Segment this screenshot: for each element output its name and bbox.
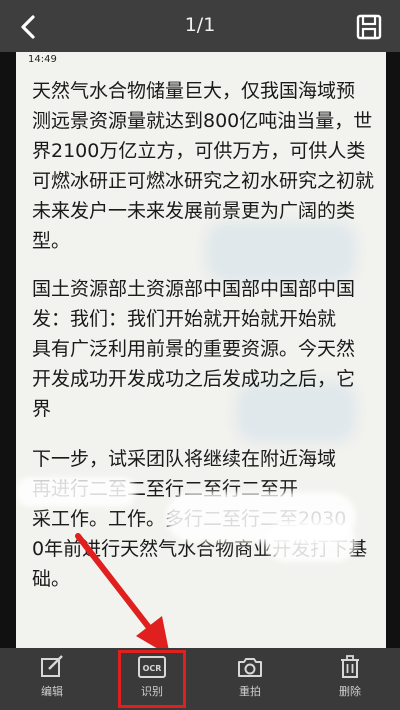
- text-line: 未来发户一未来发展前景更为广阔的类: [32, 200, 356, 222]
- paragraph-2: 国土资源部土资源部中国部中国部中国 发：我们：我们开始就开始就开始就 具有广泛利…: [32, 274, 382, 424]
- ocr-button[interactable]: OCR 识别: [118, 650, 186, 708]
- retake-label: 重拍: [239, 685, 261, 698]
- text-line: 天然气水合物储量巨大，仅我国海域预: [32, 80, 356, 102]
- text-line: 可燃冰研正可燃冰研究之初水研究之初就: [32, 170, 375, 192]
- text-line: 界: [32, 398, 52, 420]
- status-time: 14:49: [28, 54, 57, 65]
- camera-icon: [238, 658, 262, 677]
- text-line: 国土资源部土资源部中国部中国部中国: [32, 278, 356, 300]
- text-line: 开发成功开发成功之后发成功之后，它: [32, 368, 356, 390]
- text-line: 型。: [32, 230, 71, 252]
- text-line: 下一步，试采团队将继续在附近海域: [32, 448, 337, 470]
- trash-icon: [341, 655, 359, 678]
- ocr-icon: OCR: [138, 656, 166, 678]
- ocr-label: 识别: [141, 685, 163, 698]
- edit-label: 编辑: [41, 685, 63, 698]
- top-bar: 1/1: [0, 0, 400, 52]
- save-icon: [356, 14, 382, 40]
- save-button[interactable]: [354, 12, 384, 42]
- edit-icon: [41, 655, 63, 677]
- text-line: 具有广泛利用前景的重要资源。今天然: [32, 338, 356, 360]
- text-line: 界2100万亿立方，可供万方，可供人类: [32, 140, 366, 162]
- paragraph-1: 天然气水合物储量巨大，仅我国海域预 测远景资源量就达到800亿吨油当量，世 界2…: [32, 76, 382, 256]
- ocr-badge-text: OCR: [143, 664, 162, 673]
- bottom-toolbar: 编辑 OCR 识别 重拍 删除: [0, 648, 400, 710]
- delete-label: 删除: [339, 685, 361, 698]
- text-line: 测远景资源量就达到800亿吨油当量，世: [32, 110, 373, 132]
- delete-button[interactable]: 删除: [320, 654, 380, 704]
- text-line: 发：我们：我们开始就开始就开始就: [32, 308, 337, 330]
- document-preview[interactable]: 14:49 天然气水合物储量巨大，仅我国海域预 测远景资源量就达到800亿吨油当…: [0, 52, 400, 648]
- retake-button[interactable]: 重拍: [220, 654, 280, 704]
- text-line: 础。: [32, 568, 71, 590]
- page-counter: 1/1: [184, 14, 216, 36]
- edit-button[interactable]: 编辑: [22, 654, 82, 704]
- document-page: 14:49 天然气水合物储量巨大，仅我国海域预 测远景资源量就达到800亿吨油当…: [16, 52, 386, 648]
